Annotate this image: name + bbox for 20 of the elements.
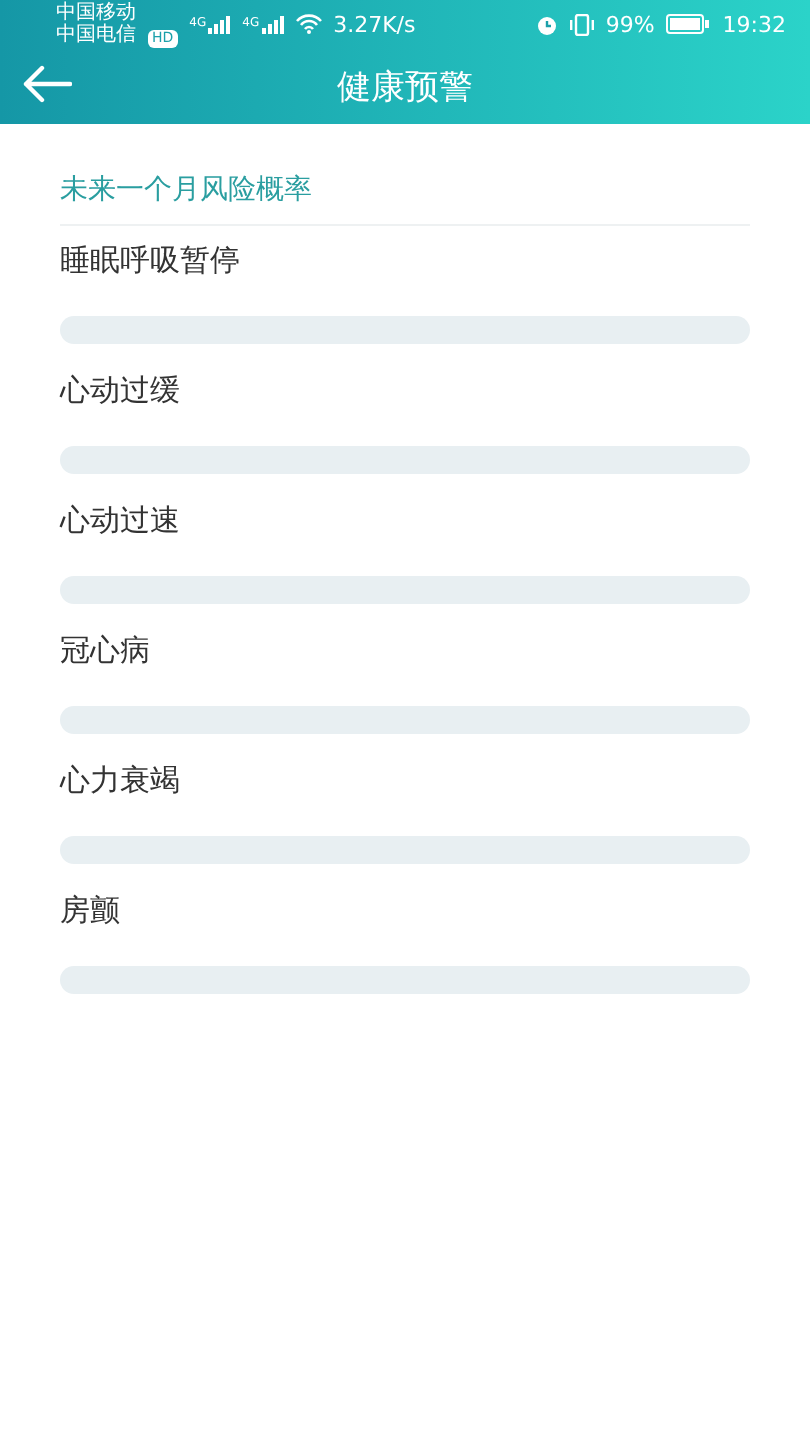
signal-icon (261, 15, 284, 33)
vibrate-icon (569, 13, 594, 35)
signal-icon (208, 15, 231, 33)
page-title: 健康预警 (337, 65, 473, 109)
risk-name: 心动过缓 (60, 372, 182, 410)
risk-name: 房颤 (60, 892, 122, 930)
back-arrow-icon[interactable] (20, 64, 72, 104)
risk-name: 心动过速 (60, 502, 182, 540)
risk-name: 心力衰竭 (60, 762, 182, 800)
risk-name: 睡眠呼吸暂停 (60, 242, 242, 280)
carrier-name: 中国移动 (56, 2, 136, 24)
battery-percent: 99% (605, 11, 655, 37)
risk-name: 冠心病 (60, 632, 152, 670)
carrier-name: 中国电信 (56, 24, 136, 46)
alarm-icon (535, 13, 558, 35)
battery-icon (666, 14, 711, 34)
section-title: 未来一个月风险概率 (60, 124, 750, 226)
network-speed: 3.27K/s (333, 11, 416, 37)
wifi-icon (295, 14, 322, 34)
clock-time: 19:32 (722, 11, 786, 37)
